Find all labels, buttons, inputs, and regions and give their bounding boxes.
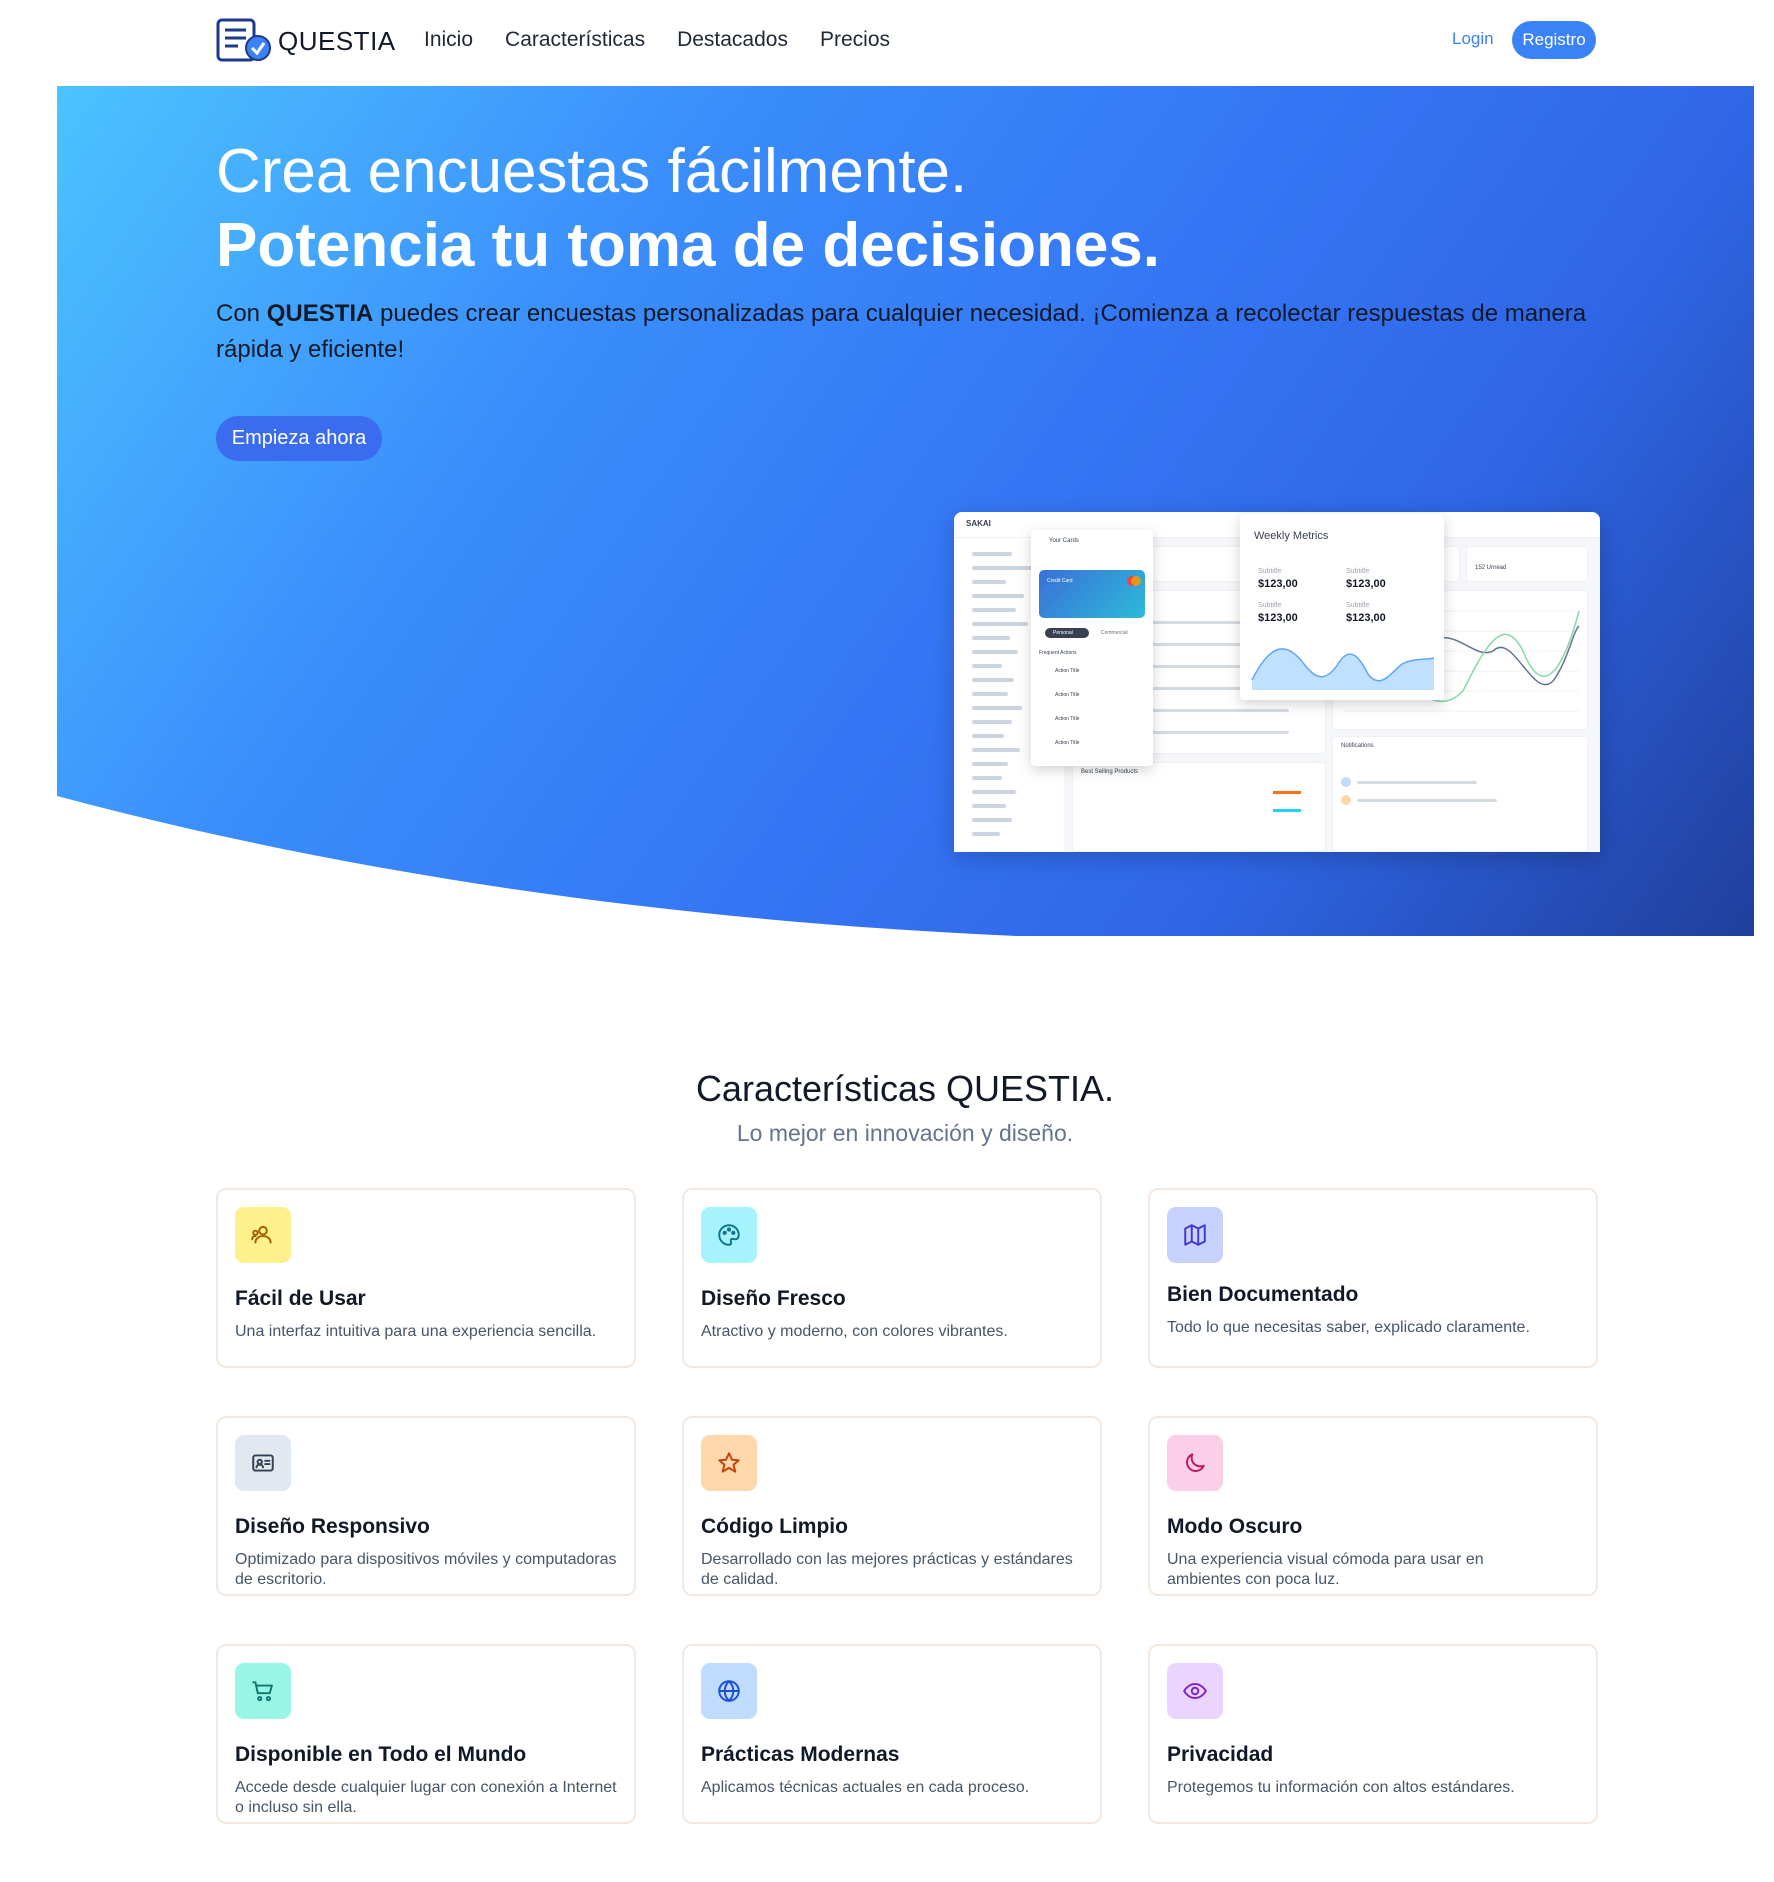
star-icon	[701, 1435, 757, 1491]
feature-description: Optimizado para dispositivos móviles y c…	[235, 1551, 617, 1588]
globe-icon	[701, 1663, 757, 1719]
nav-link-caracteristicas[interactable]: Características	[505, 28, 645, 52]
feature-title: Bien Documentado	[1167, 1283, 1359, 1306]
nav-link-inicio[interactable]: Inicio	[424, 28, 473, 52]
login-link[interactable]: Login	[1452, 29, 1494, 49]
feature-title: Modo Oscuro	[1167, 1515, 1303, 1538]
eye-icon	[1167, 1663, 1223, 1719]
feature-title: Disponible en Todo el Mundo	[235, 1743, 527, 1766]
moon-icon	[1167, 1435, 1223, 1491]
feature-card-diseno-responsivo: Diseño Responsivo Optimizado para dispos…	[216, 1416, 636, 1596]
feature-description: Una experiencia visual cómoda para usar …	[1167, 1551, 1484, 1588]
feature-description: Protegemos tu información con altos está…	[1167, 1779, 1515, 1796]
credit-card-label: Credit Card	[1047, 578, 1073, 584]
metric-value-2: $123,00	[1346, 578, 1386, 590]
metric-value-1: $123,00	[1258, 578, 1298, 590]
mockup-best-selling: Best Selling Products	[1081, 769, 1139, 775]
action-title-3: Action Title	[1055, 716, 1080, 722]
feature-card-practicas-modernas: Prácticas Modernas Aplicamos técnicas ac…	[682, 1644, 1102, 1824]
palette-icon	[701, 1207, 757, 1263]
cart-icon	[235, 1663, 291, 1719]
feature-title: Fácil de Usar	[235, 1287, 366, 1310]
cards-panel-title: Your Cards	[1049, 538, 1079, 544]
brand-name: QUESTIA	[278, 25, 396, 56]
feature-title: Diseño Fresco	[701, 1287, 846, 1310]
feature-card-modo-oscuro: Modo Oscuro Una experiencia visual cómod…	[1148, 1416, 1598, 1596]
action-title-2: Action Title	[1055, 692, 1080, 698]
feature-description: Todo lo que necesitas saber, explicado c…	[1167, 1319, 1530, 1336]
feature-card-facil-de-usar: Fácil de Usar Una interfaz intuitiva par…	[216, 1188, 636, 1368]
feature-card-disponible: Disponible en Todo el Mundo Accede desde…	[216, 1644, 636, 1824]
metric-label-3: Subtitle	[1258, 602, 1282, 609]
mockup-unread: 152 Unread	[1475, 565, 1507, 571]
feature-description: Aplicamos técnicas actuales en cada proc…	[701, 1779, 1030, 1796]
feature-description: Atractivo y moderno, con colores vibrant…	[701, 1323, 1008, 1340]
feature-title: Código Limpio	[701, 1515, 848, 1538]
map-icon	[1167, 1207, 1223, 1263]
tab-commercial: Commercial	[1101, 630, 1128, 636]
feature-card-codigo-limpio: Código Limpio Desarrollado con las mejor…	[682, 1416, 1102, 1596]
nav-link-destacados[interactable]: Destacados	[677, 28, 788, 52]
mockup-notifications: Notifications	[1341, 743, 1374, 749]
register-button[interactable]: Registro	[1512, 21, 1596, 59]
frequent-actions-label: Frequent Actions	[1039, 650, 1077, 656]
feature-card-diseno-fresco: Diseño Fresco Atractivo y moderno, con c…	[682, 1188, 1102, 1368]
metric-label-2: Subtitle	[1346, 568, 1370, 575]
survey-logo-icon	[216, 18, 271, 62]
brand-logo[interactable]: QUESTIA	[216, 18, 396, 64]
metric-value-4: $123,00	[1346, 612, 1386, 624]
feature-card-privacidad: Privacidad Protegemos tu información con…	[1148, 1644, 1598, 1824]
mockup-cards-panel: Your Cards Credit Card Personal Commerci…	[1031, 530, 1153, 766]
metric-label-4: Subtitle	[1346, 602, 1370, 609]
mockup-weekly-metrics: Weekly Metrics Subtitle $123,00 Subtitle…	[1240, 514, 1444, 700]
features-title: Características QUESTIA.	[695, 1068, 1115, 1109]
feature-description: Accede desde cualquier lugar con conexió…	[235, 1779, 617, 1816]
metrics-area-chart	[1251, 648, 1434, 690]
top-navbar: QUESTIA Inicio Características Destacado…	[0, 0, 1774, 86]
feature-title: Prácticas Modernas	[701, 1743, 900, 1766]
feature-title: Diseño Responsivo	[235, 1515, 430, 1538]
mockup-credit-card: Credit Card	[1039, 570, 1145, 618]
tab-personal: Personal	[1053, 630, 1073, 636]
feature-description: Una interfaz intuitiva para una experien…	[235, 1323, 597, 1340]
features-subtitle: Lo mejor en innovación y diseño.	[736, 1120, 1074, 1146]
id-card-icon	[235, 1435, 291, 1491]
action-title-4: Action Title	[1055, 740, 1080, 746]
feature-card-bien-documentado: Bien Documentado Todo lo que necesitas s…	[1148, 1188, 1598, 1368]
feature-title: Privacidad	[1167, 1743, 1274, 1766]
weekly-metrics-title: Weekly Metrics	[1254, 530, 1329, 542]
metric-label-1: Subtitle	[1258, 568, 1282, 575]
feature-description: Desarrollado con las mejores prácticas y…	[701, 1551, 1073, 1588]
mockup-brand: SAKAI	[966, 519, 991, 528]
main-menu: Inicio Características Destacados Precio…	[424, 28, 890, 52]
users-icon	[235, 1207, 291, 1263]
metric-value-3: $123,00	[1258, 612, 1298, 624]
action-title-1: Action Title	[1055, 668, 1080, 674]
nav-link-precios[interactable]: Precios	[820, 28, 890, 52]
